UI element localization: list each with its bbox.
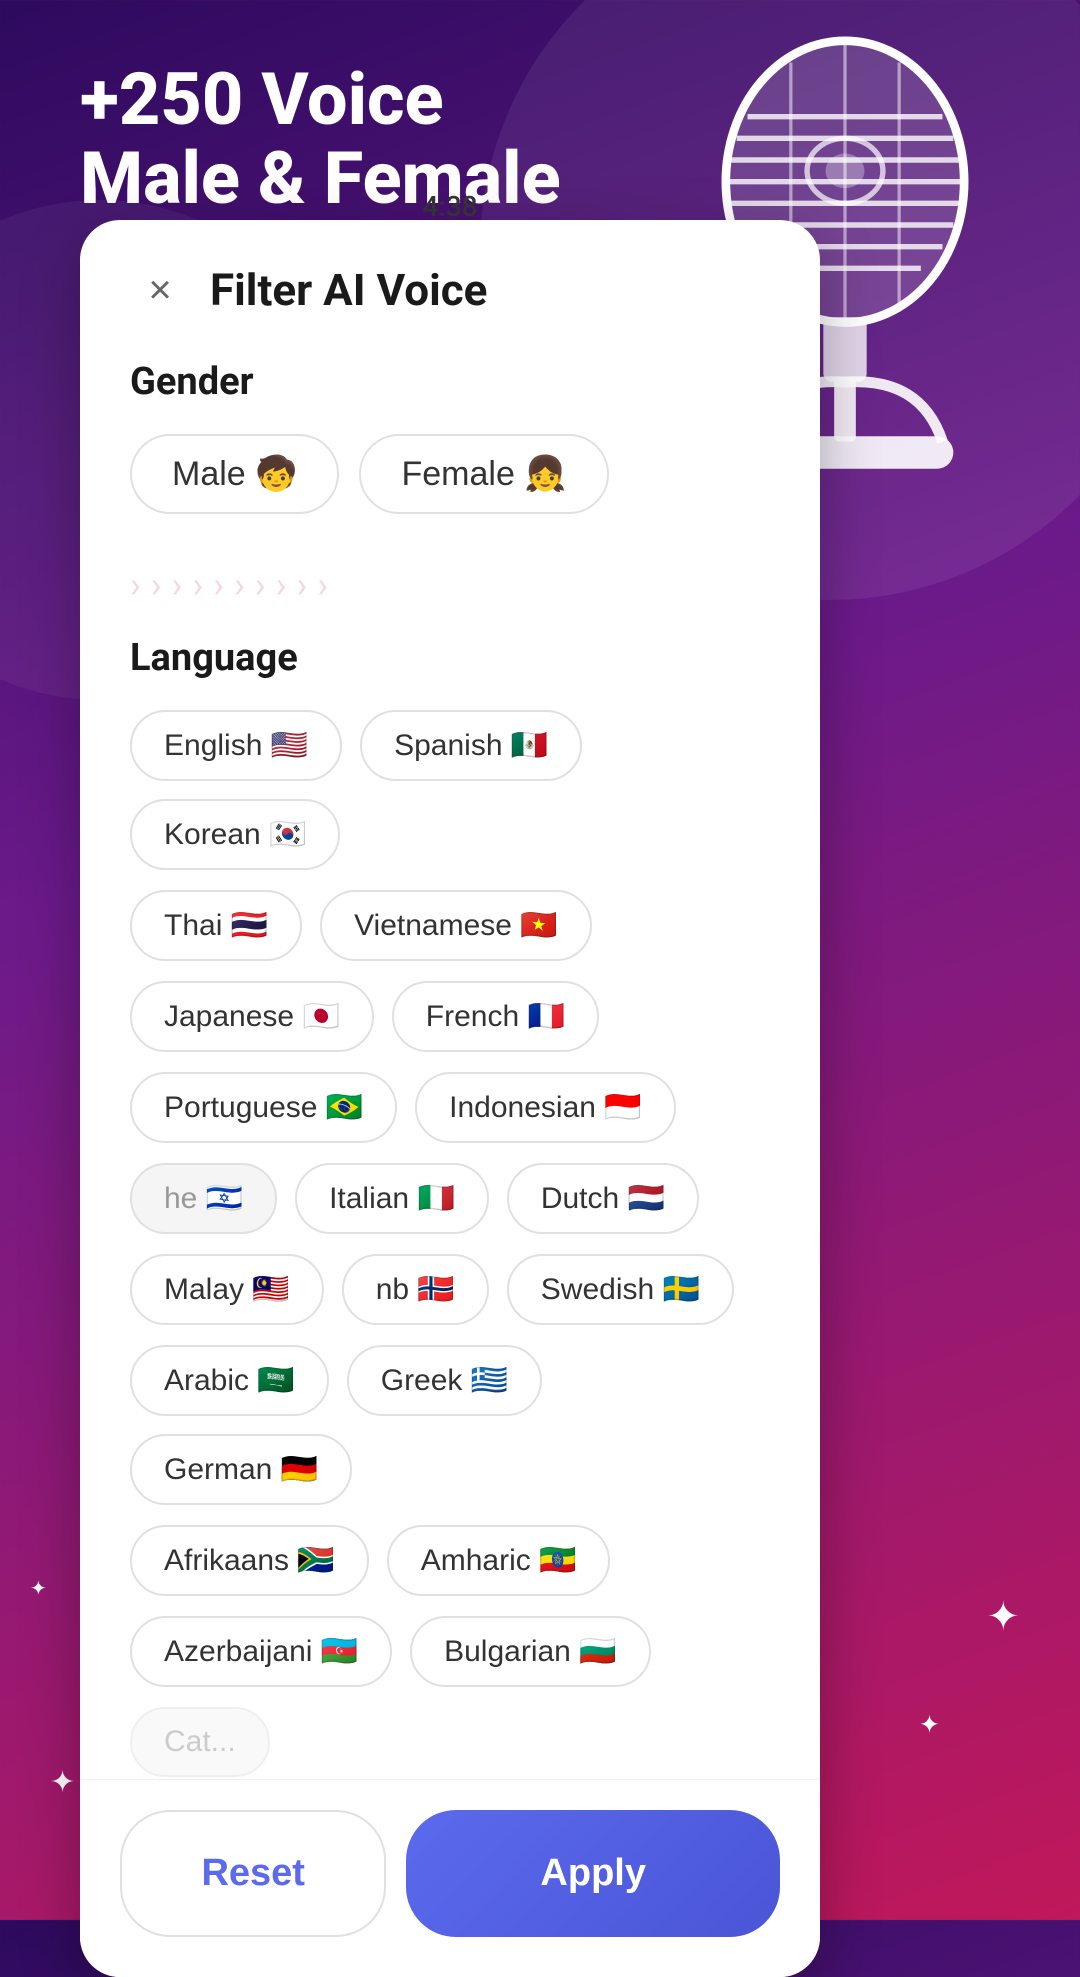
- language-azerbaijani[interactable]: Azerbaijani 🇦🇿: [130, 1616, 392, 1687]
- star-decoration-1: ✦: [986, 1593, 1020, 1640]
- language-indonesian[interactable]: Indonesian 🇮🇩: [415, 1072, 675, 1143]
- close-button[interactable]: ×: [130, 260, 190, 320]
- language-norwegian[interactable]: nb 🇳🇴: [342, 1254, 489, 1325]
- language-portuguese[interactable]: Portuguese 🇧🇷: [130, 1072, 397, 1143]
- language-japanese[interactable]: Japanese 🇯🇵: [130, 981, 374, 1052]
- reset-button[interactable]: Reset: [120, 1810, 386, 1937]
- language-arabic[interactable]: Arabic 🇸🇦: [130, 1345, 329, 1416]
- decorative-arrows: › › › › › › › › › ›: [130, 564, 770, 606]
- star-decoration-2: ✦: [919, 1710, 940, 1740]
- modal-title: Filter AI Voice: [210, 264, 487, 316]
- language-dutch[interactable]: Dutch 🇳🇱: [507, 1163, 699, 1234]
- filter-modal: 4:38 × Filter AI Voice Gender Male 🧒 Fem…: [80, 220, 820, 1977]
- gender-female-button[interactable]: Female 👧: [359, 434, 608, 514]
- language-row-9: Azerbaijani 🇦🇿 Bulgarian 🇧🇬: [130, 1616, 770, 1687]
- language-english[interactable]: English 🇺🇸: [130, 710, 342, 781]
- language-row-10-partial: Cat...: [130, 1707, 770, 1777]
- modal-header: × Filter AI Voice: [130, 260, 770, 320]
- language-section: Language English 🇺🇸 Spanish 🇲🇽 Korean 🇰🇷…: [130, 636, 770, 1777]
- language-row-6: Malay 🇲🇾 nb 🇳🇴 Swedish 🇸🇪: [130, 1254, 770, 1325]
- bottom-action-bar: Reset Apply: [80, 1779, 820, 1977]
- language-amharic[interactable]: Amharic 🇪🇹: [387, 1525, 611, 1596]
- language-row-2: Thai 🇹🇭 Vietnamese 🇻🇳: [130, 890, 770, 961]
- gender-options: Male 🧒 Female 👧: [130, 434, 770, 514]
- gender-section-label: Gender: [130, 360, 770, 404]
- language-row-5: he 🇮🇱 Italian 🇮🇹 Dutch 🇳🇱: [130, 1163, 770, 1234]
- language-spanish[interactable]: Spanish 🇲🇽: [360, 710, 582, 781]
- language-malay[interactable]: Malay 🇲🇾: [130, 1254, 324, 1325]
- language-greek[interactable]: Greek 🇬🇷: [347, 1345, 542, 1416]
- star-decoration-4: ✦: [50, 1765, 75, 1800]
- promo-text: +250 Voice Male & Female: [80, 60, 561, 218]
- language-partial-chip[interactable]: Cat...: [130, 1707, 270, 1777]
- language-row-1: English 🇺🇸 Spanish 🇲🇽 Korean 🇰🇷: [130, 710, 770, 870]
- language-afrikaans[interactable]: Afrikaans 🇿🇦: [130, 1525, 369, 1596]
- language-swedish[interactable]: Swedish 🇸🇪: [507, 1254, 734, 1325]
- language-row-8: Afrikaans 🇿🇦 Amharic 🇪🇹: [130, 1525, 770, 1596]
- language-row-7: Arabic 🇸🇦 Greek 🇬🇷 German 🇩🇪: [130, 1345, 770, 1505]
- language-italian[interactable]: Italian 🇮🇹: [295, 1163, 489, 1234]
- star-decoration-3: ✦: [30, 1576, 47, 1600]
- language-korean[interactable]: Korean 🇰🇷: [130, 799, 340, 870]
- language-german[interactable]: German 🇩🇪: [130, 1434, 352, 1505]
- language-french[interactable]: French 🇫🇷: [392, 981, 599, 1052]
- language-bulgarian[interactable]: Bulgarian 🇧🇬: [410, 1616, 650, 1687]
- language-vietnamese[interactable]: Vietnamese 🇻🇳: [320, 890, 592, 961]
- gender-male-button[interactable]: Male 🧒: [130, 434, 339, 514]
- language-hebrew[interactable]: he 🇮🇱: [130, 1163, 277, 1234]
- language-thai[interactable]: Thai 🇹🇭: [130, 890, 302, 961]
- status-bar-time: 4:38: [422, 190, 477, 223]
- language-section-label: Language: [130, 636, 770, 680]
- language-row-4: Portuguese 🇧🇷 Indonesian 🇮🇩: [130, 1072, 770, 1143]
- apply-button[interactable]: Apply: [406, 1810, 780, 1937]
- language-row-3: Japanese 🇯🇵 French 🇫🇷: [130, 981, 770, 1052]
